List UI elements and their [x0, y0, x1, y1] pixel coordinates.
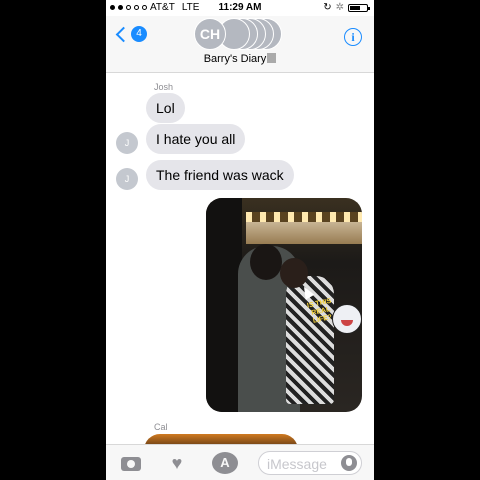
- unread-badge: 4: [131, 26, 147, 42]
- status-bar: AT&T LTE 11:29 AM ↻ ✲: [106, 0, 374, 16]
- message-input-wrapper: [258, 451, 362, 476]
- orientation-lock-icon: ↻: [323, 2, 332, 13]
- avatar: CH: [194, 18, 226, 50]
- message-bubble[interactable]: Lol: [146, 93, 185, 123]
- sender-avatar[interactable]: J: [116, 132, 138, 154]
- compose-bar: ♥ A: [106, 444, 374, 480]
- sender-avatar[interactable]: J: [116, 168, 138, 190]
- app-store-button[interactable]: A: [212, 452, 238, 474]
- group-name: Barry's Diary: [203, 53, 267, 65]
- message-bubble[interactable]: I hate you all: [146, 124, 246, 154]
- digital-touch-button[interactable]: ♥: [166, 453, 188, 473]
- camera-button[interactable]: [120, 453, 142, 473]
- status-icons: ↻ ✲: [323, 2, 370, 13]
- heart-hand-icon: ♥: [171, 453, 183, 473]
- group-title[interactable]: Barry's Diary: [106, 53, 374, 65]
- microphone-icon[interactable]: [341, 455, 357, 471]
- battery-icon: [348, 3, 370, 12]
- face-sticker-icon: [332, 304, 362, 334]
- conversation-header: 4 CH Barry's Diary i: [106, 16, 374, 73]
- chevron-left-icon: [115, 26, 132, 42]
- message-input[interactable]: [259, 452, 341, 476]
- bluetooth-icon: ✲: [335, 2, 344, 13]
- sender-name: Cal: [154, 422, 168, 432]
- photo-message[interactable]: IS THIS REAL LIFE?: [206, 198, 362, 412]
- phone-screen: AT&T LTE 11:29 AM ↻ ✲ 4 CH Barry's Diary…: [106, 0, 374, 480]
- back-button[interactable]: 4: [114, 26, 147, 42]
- message-bubble[interactable]: The friend was wack: [146, 160, 294, 190]
- group-avatar-stack[interactable]: CH: [194, 18, 294, 52]
- sender-name: Josh: [154, 82, 174, 92]
- info-button[interactable]: i: [344, 28, 362, 46]
- book-emoji-icon: [267, 53, 277, 63]
